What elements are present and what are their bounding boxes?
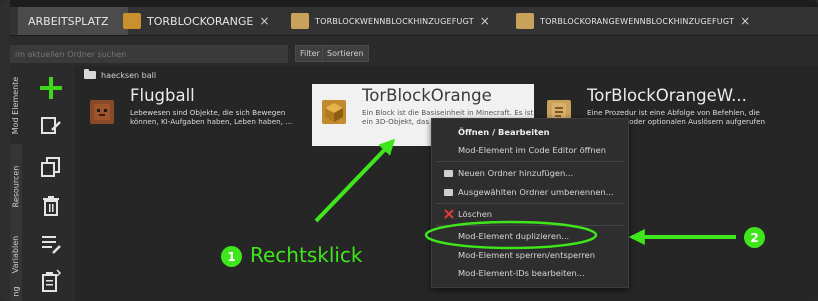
tab-bar: ARBEITSPLATZ TORBLOCKORANGE × TORBLOCKWE…: [10, 7, 818, 36]
search-toolbar: Filter Sortieren: [10, 44, 818, 64]
breadcrumb-folder-label: haecksen ball: [101, 70, 157, 80]
side-tab-label: ng: [11, 286, 21, 297]
export-element-button[interactable]: [38, 268, 64, 294]
menu-item-rename-folder[interactable]: Ausgewählten Ordner umbenennen...: [432, 183, 628, 201]
title-strip: [0, 0, 818, 7]
menu-item-label: Öffnen / Bearbeiten: [458, 127, 550, 137]
entity-face-icon: [94, 104, 110, 120]
edit-icon: [41, 117, 61, 134]
menu-item-label: Mod-Element duplizieren...: [458, 231, 570, 241]
mod-block-icon: [123, 13, 141, 29]
menu-separator: [436, 161, 624, 162]
menu-item-label: Löschen: [458, 209, 493, 219]
close-icon[interactable]: ×: [259, 14, 269, 28]
entity-icon: [90, 100, 114, 124]
menu-item-label: Mod-Element im Code Editor öffnen: [458, 145, 606, 155]
mcreator-workspace-window: ARBEITSPLATZ TORBLOCKORANGE × TORBLOCKWE…: [0, 0, 818, 301]
side-tab-more[interactable]: ng: [10, 282, 22, 301]
element-title: Flugball: [130, 86, 195, 105]
menu-item-new-folder[interactable]: Neuen Ordner hinzufügen...: [432, 164, 628, 182]
edit-element-button[interactable]: [38, 112, 64, 138]
tab-torblockwennblockhinzugefugt[interactable]: TORBLOCKWENNBLOCKHINZUGEFUGT ×: [291, 7, 513, 35]
element-title: TorBlockOrange: [362, 86, 492, 105]
context-menu: Öffnen / Bearbeiten Mod-Element im Code …: [431, 118, 629, 288]
new-folder-icon: [444, 169, 453, 177]
export-icon: [42, 269, 62, 292]
add-icon: [40, 77, 62, 99]
element-title: TorBlockOrangeW...: [587, 86, 747, 105]
side-tabs: Mod Elemente Resourcen Variablen ng: [10, 66, 22, 301]
menu-item-open-code-editor[interactable]: Mod-Element im Code Editor öffnen: [432, 141, 628, 159]
folder-icon: [444, 188, 453, 196]
menu-item-label: Ausgewählten Ordner umbenennen...: [458, 187, 614, 197]
element-description: Lebewesen sind Objekte, die sich Bewegen…: [130, 108, 293, 126]
side-tab-mod-elemente[interactable]: Mod Elemente: [10, 66, 22, 144]
menu-item-open-edit[interactable]: Öffnen / Bearbeiten: [432, 123, 628, 141]
mod-block-icon: [322, 100, 346, 124]
delete-element-button[interactable]: [38, 193, 64, 219]
procedure-icon: [516, 13, 534, 29]
menu-item-lock-unlock[interactable]: Mod-Element sperren/entsperren: [432, 246, 628, 264]
duplicate-icon: [41, 157, 60, 177]
search-input[interactable]: [10, 45, 288, 63]
add-element-button[interactable]: [38, 75, 64, 101]
close-icon[interactable]: ×: [480, 14, 490, 28]
list-edit-icon: [42, 236, 61, 254]
element-actions: [22, 66, 75, 301]
procedure-icon: [291, 13, 309, 29]
menu-separator: [436, 203, 624, 204]
tab-arbeitsplatz[interactable]: ARBEITSPLATZ: [18, 7, 128, 35]
sort-button[interactable]: Sortieren: [322, 45, 369, 62]
list-edit-button[interactable]: [38, 231, 64, 257]
side-tab-label: Mod Elemente: [11, 76, 21, 134]
side-tab-variablen[interactable]: Variablen: [10, 228, 22, 280]
menu-item-label: Mod-Element-IDs bearbeiten...: [458, 268, 585, 278]
tab-label: ARBEITSPLATZ: [28, 14, 109, 28]
tab-label: TORBLOCKWENNBLOCKHINZUGEFUGT: [315, 16, 474, 26]
side-tab-label: Resourcen: [11, 165, 21, 207]
block-cube-icon: [325, 103, 343, 122]
folder-icon: [84, 69, 96, 79]
menu-item-duplicate[interactable]: Mod-Element duplizieren...: [432, 227, 628, 245]
delete-icon: [43, 196, 59, 216]
side-tab-label: Variablen: [11, 235, 21, 273]
breadcrumb[interactable]: haecksen ball: [84, 68, 156, 82]
delete-x-icon: [444, 209, 454, 219]
menu-item-label: Mod-Element sperren/entsperren: [458, 250, 595, 260]
menu-separator: [436, 225, 624, 226]
menu-item-edit-ids[interactable]: Mod-Element-IDs bearbeiten...: [432, 264, 628, 282]
menu-item-delete[interactable]: Löschen: [432, 205, 628, 223]
window-left-edge: [0, 0, 10, 301]
tab-torblockorange[interactable]: TORBLOCKORANGE ×: [123, 7, 285, 35]
tab-label: TORBLOCKORANGE: [147, 14, 254, 28]
tab-torblockorangewennblockhinzugefugt[interactable]: TORBLOCKORANGEWENNBLOCKHINZUGEFUGT ×: [516, 7, 806, 35]
filter-button[interactable]: Filter: [295, 45, 325, 62]
menu-item-label: Neuen Ordner hinzufügen...: [458, 168, 574, 178]
tab-label: TORBLOCKORANGEWENNBLOCKHINZUGEFUGT: [540, 16, 735, 26]
duplicate-element-button[interactable]: [38, 154, 64, 180]
close-icon[interactable]: ×: [740, 14, 750, 28]
element-card-flugball[interactable]: Flugball Lebewesen sind Objekte, die sic…: [80, 84, 305, 146]
side-tab-resourcen[interactable]: Resourcen: [10, 146, 22, 226]
